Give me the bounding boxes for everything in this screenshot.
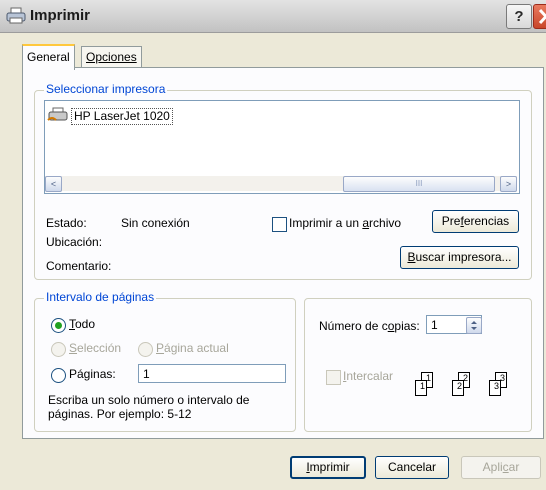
close-icon <box>538 8 546 25</box>
print-to-file-text-a: Imprimir a un <box>289 216 363 230</box>
radio-pages-label[interactable]: Páginas: <box>69 367 116 381</box>
spinner-arrows-icon <box>471 321 477 330</box>
collate-illustration: 1 1 2 2 3 3 <box>411 368 523 404</box>
window-title: Imprimir <box>30 7 91 24</box>
copies-spinner[interactable] <box>466 317 482 334</box>
apply-button[interactable]: Aplicar <box>461 456 541 479</box>
preferences-button[interactable]: Preferencias <box>432 210 519 233</box>
page-range-hint: Escriba un solo número o intervalo de pá… <box>48 393 249 421</box>
collate-label: Intercalar <box>343 369 393 383</box>
current-text: ágina actual <box>164 341 229 355</box>
printer-item-icon <box>47 107 68 121</box>
hint-line-2: páginas. Por ejemplo: 5-12 <box>48 407 192 421</box>
radio-pages[interactable] <box>51 368 66 383</box>
tab-opciones[interactable]: Opciones <box>81 46 142 67</box>
radio-all[interactable] <box>51 318 66 333</box>
scroll-thumb[interactable]: III <box>343 176 495 192</box>
radio-current-page[interactable] <box>138 342 153 357</box>
all-text: odo <box>75 317 96 331</box>
find-printer-button[interactable]: Buscar impresora... <box>400 246 519 269</box>
find-text: uscar impresora... <box>415 250 512 264</box>
close-button[interactable] <box>533 4 546 29</box>
copies-text-b: pias: <box>394 319 420 333</box>
selection-text: elección <box>77 341 122 355</box>
printer-list-item[interactable] <box>47 107 69 123</box>
comment-label: Comentario: <box>46 259 112 273</box>
radio-selection-label: Selección <box>69 341 121 355</box>
print-text: mprimir <box>309 460 350 474</box>
location-label: Ubicación: <box>46 235 103 249</box>
collate-checkbox[interactable] <box>326 370 341 385</box>
page-range-legend: Intervalo de páginas <box>44 290 157 304</box>
copies-text-a: Número de c <box>319 319 388 333</box>
horizontal-scrollbar[interactable]: < III > <box>45 176 517 192</box>
radio-selection[interactable] <box>51 342 66 357</box>
scroll-right-button[interactable]: > <box>500 176 517 192</box>
printer-group-legend: Seleccionar impresora <box>44 82 168 96</box>
cancel-button[interactable]: Cancelar <box>375 456 449 479</box>
title-bar: Imprimir ? <box>0 0 546 33</box>
print-button[interactable]: Imprimir <box>290 456 366 479</box>
status-value: Sin conexión <box>121 216 190 230</box>
pref-text-a: Pre <box>441 214 461 228</box>
pages-input[interactable]: 1 <box>138 364 286 383</box>
current-accel: P <box>156 341 165 355</box>
radio-current-page-label: Página actual <box>156 341 229 355</box>
selection-accel: S <box>69 341 78 355</box>
tab-opciones-label: Opciones <box>86 50 137 64</box>
print-to-file-text-b: rchivo <box>369 216 402 230</box>
collate-page-icon: 2 <box>452 380 464 396</box>
collate-page-icon: 1 <box>415 380 427 396</box>
print-to-file-label[interactable]: Imprimir a un archivo <box>289 216 401 230</box>
scroll-left-button[interactable]: < <box>45 176 62 192</box>
apply-text-b: ar <box>508 460 520 474</box>
radio-all-label[interactable]: Todo <box>69 317 95 331</box>
apply-text-a: Apli <box>482 460 503 474</box>
help-button[interactable]: ? <box>506 4 532 29</box>
printer-icon <box>6 7 26 24</box>
hint-line-1: Escriba un solo número o intervalo de <box>48 393 250 407</box>
collate-page-icon: 3 <box>489 380 501 396</box>
print-to-file-checkbox[interactable] <box>272 217 287 232</box>
pref-text-b: erencias <box>463 214 510 228</box>
copies-label: Número de copias: <box>319 319 420 333</box>
collate-text: ntercalar <box>346 369 394 383</box>
printer-name[interactable]: HP LaserJet 1020 <box>71 108 173 125</box>
status-label: Estado: <box>46 216 87 230</box>
tab-general[interactable]: General <box>22 44 75 70</box>
radio-all-dot <box>55 322 62 329</box>
